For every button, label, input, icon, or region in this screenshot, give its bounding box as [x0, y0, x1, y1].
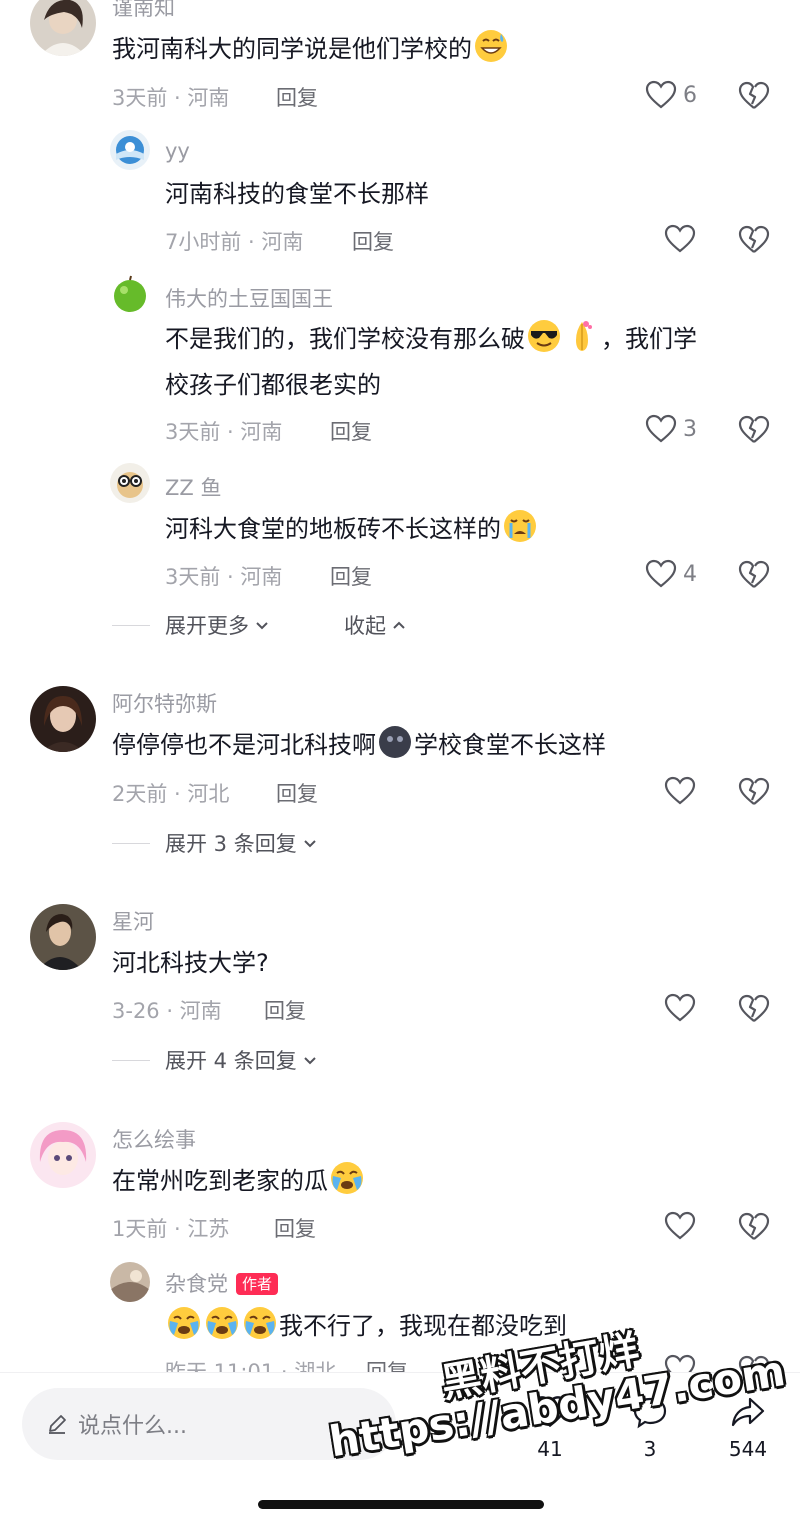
expand-more-button[interactable]: 展开更多 [165, 610, 271, 640]
comment-meta: 3天前 · 河南 [112, 86, 230, 110]
comment-username[interactable]: 杂食党 作者 [165, 1268, 279, 1298]
comment-text: 河科大食堂的地板砖不长这样的 [165, 506, 539, 552]
avatar[interactable] [30, 904, 96, 970]
avatar[interactable] [30, 0, 96, 56]
comment-meta: 7小时前 · 河南 [165, 230, 304, 254]
like-button[interactable]: 6 [645, 80, 697, 110]
home-indicator [258, 1500, 544, 1509]
comment-text: 停停停也不是河北科技啊 学校食堂不长这样 [112, 722, 606, 768]
reply-button[interactable]: 回复 [352, 226, 394, 256]
comment-username[interactable]: 怎么绘事 [112, 1124, 196, 1154]
share-stat[interactable]: 544 [715, 1395, 781, 1461]
like-button[interactable] [664, 993, 702, 1023]
divider [112, 843, 150, 844]
comment-username[interactable]: yy [165, 139, 190, 163]
like-button[interactable]: 3 [645, 414, 697, 444]
comment-meta: 3天前 · 河南 [165, 420, 283, 444]
dislike-icon[interactable] [738, 414, 770, 446]
comment-meta: 2天前 · 河北 [112, 782, 230, 806]
loudly-crying-emoji [204, 1305, 240, 1341]
reply-button[interactable]: 回复 [330, 416, 372, 446]
collapse-button[interactable]: 收起 [344, 610, 408, 640]
chevron-down-icon [304, 840, 316, 848]
avatar[interactable] [110, 463, 150, 503]
like-stat-count: 41 [537, 1437, 563, 1461]
dislike-icon[interactable] [738, 1211, 770, 1243]
heart-outline-icon [664, 1211, 696, 1240]
reply-button[interactable]: 回复 [330, 561, 372, 591]
dislike-icon[interactable] [738, 993, 770, 1025]
like-button[interactable] [664, 224, 702, 254]
expand-replies-button[interactable]: 展开 3 条回复 [165, 828, 319, 858]
reply-button[interactable]: 回复 [264, 995, 306, 1025]
comment-stat-count: 3 [643, 1437, 657, 1461]
grin-sweat-emoji [473, 28, 509, 64]
heart-outline-icon [664, 224, 696, 253]
loudly-crying-emoji [166, 1305, 202, 1341]
like-button[interactable] [664, 776, 702, 806]
comment-input-placeholder: 说点什么... [78, 1414, 187, 1439]
dislike-icon[interactable] [738, 776, 770, 808]
heart-outline-icon [664, 993, 696, 1022]
divider [112, 625, 150, 626]
comment-username[interactable]: 谨南知 [112, 0, 175, 22]
like-button[interactable] [664, 1211, 702, 1241]
avatar[interactable] [110, 1262, 150, 1302]
like-count: 3 [683, 416, 697, 442]
heart-outline-icon [645, 80, 677, 109]
crying-face-emoji [502, 508, 538, 544]
share-stat-count: 544 [728, 1437, 768, 1461]
comment-username[interactable]: 伟大的土豆国国王 [165, 283, 333, 313]
like-count: 4 [683, 561, 697, 587]
like-count: 6 [683, 82, 697, 108]
dislike-icon[interactable] [738, 80, 770, 112]
reply-button[interactable]: 回复 [276, 82, 318, 112]
comment-username[interactable]: 星河 [112, 906, 154, 936]
dark-face-emoji [377, 724, 413, 760]
heart-outline-icon [645, 414, 677, 443]
comment-meta: 3天前 · 河南 [165, 565, 283, 589]
heart-outline-icon [645, 559, 677, 588]
chevron-up-icon [393, 621, 405, 629]
comment-username[interactable]: ZZ 鱼 [165, 472, 221, 502]
comment-text: 不是我们的，我们学校没有那么破 ，我们学 校孩子们都很老实的 [165, 316, 777, 408]
like-button[interactable]: 4 [645, 559, 697, 589]
avatar[interactable] [30, 1122, 96, 1188]
expand-replies-button[interactable]: 展开 4 条回复 [165, 1045, 319, 1075]
comment-meta: 1天前 · 江苏 [112, 1217, 230, 1241]
chevron-down-icon [304, 1057, 316, 1065]
comment-text: 我河南科大的同学说是他们学校的 [112, 26, 510, 72]
avatar[interactable] [110, 130, 150, 170]
chevron-down-icon [256, 622, 268, 630]
comment-username[interactable]: 阿尔特弥斯 [112, 688, 217, 718]
divider [112, 1060, 150, 1061]
author-badge: 作者 [236, 1273, 279, 1295]
sunglasses-emoji [526, 318, 562, 354]
reply-button[interactable]: 回复 [276, 778, 318, 808]
reply-button[interactable]: 回复 [274, 1213, 316, 1243]
comment-text: 河北科技大学? [112, 949, 269, 977]
comment-text: 河南科技的食堂不长那样 [165, 180, 429, 208]
avatar[interactable] [30, 686, 96, 752]
heart-outline-icon [664, 776, 696, 805]
avatar[interactable] [110, 274, 150, 314]
loudly-crying-emoji [329, 1160, 365, 1196]
comment-meta: 3-26 · 河南 [112, 999, 222, 1023]
pencil-icon [49, 1415, 66, 1434]
dislike-icon[interactable] [738, 559, 770, 591]
loudly-crying-emoji [242, 1305, 278, 1341]
praying-hands-emoji [564, 318, 600, 354]
comment-text: 在常州吃到老家的瓜 [112, 1158, 366, 1204]
dislike-icon[interactable] [738, 224, 770, 256]
